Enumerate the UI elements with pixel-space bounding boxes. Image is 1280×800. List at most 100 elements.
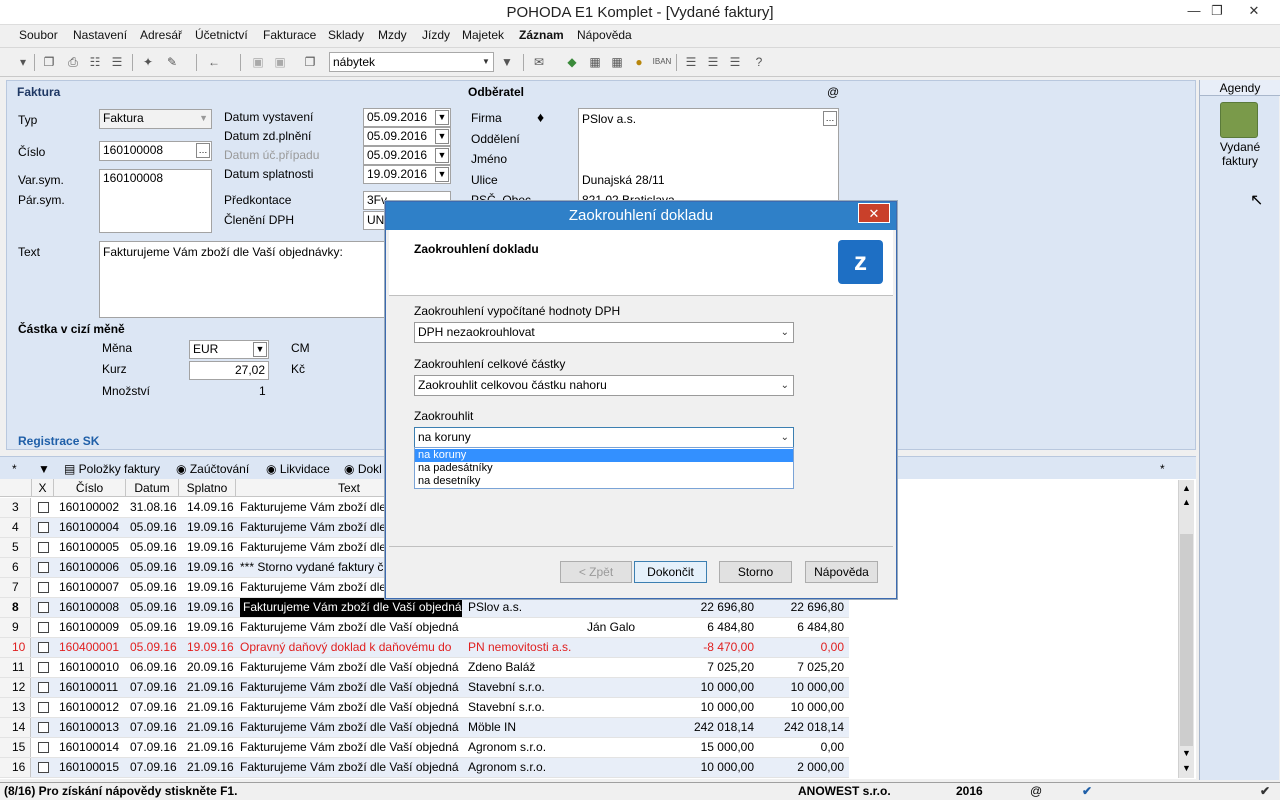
filter-icon[interactable]: ▾ — [14, 53, 32, 71]
check-icon[interactable]: ✔ — [1082, 783, 1092, 800]
menu-adresar[interactable]: Adresář — [140, 28, 182, 42]
column-header-datum[interactable]: Datum — [126, 479, 179, 497]
table-row[interactable]: 15 160100014 07.09.16 21.09.16 Fakturujeme V… — [0, 738, 849, 758]
close-button[interactable]: ✕ — [1237, 0, 1271, 22]
finish-button[interactable]: Dokončit — [634, 561, 707, 583]
document-icon[interactable]: ☰ — [726, 53, 744, 71]
address-book-icon[interactable]: ♦ — [537, 109, 544, 125]
option-na-desetniky[interactable]: na desetníky — [415, 475, 793, 488]
help-pointer-icon[interactable]: ? — [750, 53, 768, 71]
table-row[interactable]: 16 160100015 07.09.16 21.09.16 Fakturujeme V… — [0, 758, 849, 778]
chevron-down-icon[interactable]: ▼ — [479, 53, 493, 71]
menu-sklady[interactable]: Sklady — [328, 28, 364, 42]
chevron-down-icon[interactable]: ▼ — [253, 342, 267, 357]
datum-splat-field[interactable]: 19.09.2016 ▼ — [363, 165, 451, 184]
varsym-field[interactable]: 160100008 — [99, 169, 212, 233]
option-na-padesatniky[interactable]: na padesátníky — [415, 462, 793, 475]
quick-filter-combo[interactable]: nábytek ▼ — [329, 52, 494, 72]
help-button[interactable]: Nápověda — [805, 561, 878, 583]
column-header-x[interactable]: X — [32, 479, 54, 497]
filter-icon[interactable]: ▼ — [38, 460, 50, 478]
chevron-down-icon[interactable]: ▼ — [435, 148, 449, 163]
menu-majetek[interactable]: Majetek — [462, 28, 504, 42]
restore-button[interactable]: ❐ — [1200, 0, 1234, 22]
lookup-icon[interactable]: … — [196, 143, 210, 158]
cislo-field[interactable]: 160100008… — [99, 141, 212, 161]
scroll-down-icon[interactable]: ▼ — [1180, 746, 1193, 760]
invoices-agenda-icon[interactable] — [1220, 102, 1258, 138]
row-checkbox[interactable] — [38, 722, 49, 733]
chevron-down-icon[interactable]: ▼ — [435, 167, 449, 182]
email-at-icon[interactable]: @ — [827, 85, 839, 99]
menu-nastaveni[interactable]: Nastavení — [73, 28, 127, 42]
row-checkbox[interactable] — [38, 662, 49, 673]
new-record-icon[interactable]: ✦ — [139, 53, 157, 71]
menu-zaznam[interactable]: Záznam — [519, 28, 564, 42]
grid-icon[interactable]: ▦ — [586, 53, 604, 71]
datum-vystaveni-field[interactable]: 05.09.2016 ▼ — [363, 108, 451, 127]
dialog-close-button[interactable]: ✕ — [858, 203, 890, 223]
total-rounding-select[interactable]: Zaokrouhlit celkovou částku nahoru ⌄ — [414, 375, 794, 396]
row-checkbox[interactable] — [38, 762, 49, 773]
menu-napoveda[interactable]: Nápověda — [577, 28, 632, 42]
filter-funnel-icon[interactable]: ▼ — [498, 53, 516, 71]
lookup-icon[interactable]: … — [823, 111, 837, 126]
table-row[interactable]: 14 160100013 07.09.16 21.09.16 Fakturujeme V… — [0, 718, 849, 738]
clipboard-icon[interactable]: ❐ — [301, 53, 319, 71]
agenda-item-vydane-faktury[interactable]: Vydané faktury — [1200, 140, 1280, 168]
tab-doklady[interactable]: ◉ Dokl — [344, 460, 382, 478]
round-to-select[interactable]: na koruny ⌄ — [414, 427, 794, 448]
tab-zauctovani[interactable]: ◉ Zaúčtování — [176, 460, 249, 478]
chevron-down-icon[interactable]: ▼ — [435, 110, 449, 125]
asterisk-icon[interactable]: * — [1160, 460, 1165, 478]
list-icon[interactable]: ☰ — [704, 53, 722, 71]
cancel-button[interactable]: Storno — [719, 561, 792, 583]
row-checkbox[interactable] — [38, 602, 49, 613]
tag-icon[interactable]: ◆ — [563, 53, 581, 71]
menu-jizdy[interactable]: Jízdy — [422, 28, 450, 42]
scroll-up-icon[interactable]: ▲ — [1180, 496, 1193, 508]
attachment-icon[interactable]: ✉ — [530, 53, 548, 71]
iban-icon[interactable]: IBAN — [652, 53, 672, 71]
address-field[interactable]: PSlov a.s. Dunajská 28/11 821 02 Bratisl… — [578, 108, 839, 201]
row-checkbox[interactable] — [38, 562, 49, 573]
column-header-cislo[interactable]: Číslo — [54, 479, 126, 497]
scroll-bottom-icon[interactable]: ▼ — [1180, 762, 1193, 774]
coins-icon[interactable]: ● — [630, 53, 648, 71]
dph-rounding-select[interactable]: DPH nezaokrouhlovat ⌄ — [414, 322, 794, 343]
row-checkbox[interactable] — [38, 642, 49, 653]
table-row[interactable]: 10 160400001 05.09.16 19.09.16 Opravný daňov… — [0, 638, 849, 658]
cancel-icon[interactable]: ▣ — [271, 53, 289, 71]
row-checkbox[interactable] — [38, 522, 49, 533]
tab-likvidace[interactable]: ◉ Likvidace — [266, 460, 330, 478]
row-checkbox[interactable] — [38, 682, 49, 693]
row-checkbox[interactable] — [38, 542, 49, 553]
export-icon[interactable]: ☰ — [108, 53, 126, 71]
column-header-splatno[interactable]: Splatno — [179, 479, 236, 497]
kurz-field[interactable]: 27,02 — [189, 361, 269, 380]
text-field[interactable]: Fakturujeme Vám zboží dle Vaší objednávk… — [99, 241, 399, 318]
row-checkbox[interactable] — [38, 582, 49, 593]
datum-ucpr-field[interactable]: 05.09.2016 ▼ — [363, 146, 451, 165]
menu-soubor[interactable]: Soubor — [19, 28, 58, 42]
calculator-icon[interactable]: ▦ — [608, 53, 626, 71]
table-row[interactable]: 8 160100008 05.09.16 19.09.16 Fakturujeme Vá… — [0, 598, 849, 618]
chevron-down-icon[interactable]: ▼ — [435, 129, 449, 144]
row-checkbox[interactable] — [38, 502, 49, 513]
row-checkbox[interactable] — [38, 702, 49, 713]
mena-field[interactable]: EUR ▼ — [189, 340, 269, 359]
menu-mzdy[interactable]: Mzdy — [378, 28, 407, 42]
menu-ucetnictvi[interactable]: Účetnictví — [195, 28, 248, 42]
scroll-top-icon[interactable]: ▲ — [1180, 482, 1193, 494]
table-row[interactable]: 11 160100010 06.09.16 20.09.16 Fakturujeme V… — [0, 658, 849, 678]
back-button[interactable]: < Zpět — [560, 561, 632, 583]
table-row[interactable]: 9 160100009 05.09.16 19.09.16 Fakturujeme Vá… — [0, 618, 849, 638]
table-row[interactable]: 12 160100011 07.09.16 21.09.16 Fakturujeme V… — [0, 678, 849, 698]
print-icon[interactable]: ⎙ — [64, 53, 82, 71]
vertical-scrollbar[interactable]: ▲ ▲ ▼ ▼ — [1178, 480, 1194, 778]
table-row[interactable]: 13 160100012 07.09.16 21.09.16 Fakturujeme V… — [0, 698, 849, 718]
row-checkbox[interactable] — [38, 622, 49, 633]
typ-field[interactable]: Faktura ▼ — [99, 109, 212, 129]
tab-polozky-faktury[interactable]: ▤ Položky faktury — [64, 460, 160, 478]
datum-zdpl-field[interactable]: 05.09.2016 ▼ — [363, 127, 451, 146]
